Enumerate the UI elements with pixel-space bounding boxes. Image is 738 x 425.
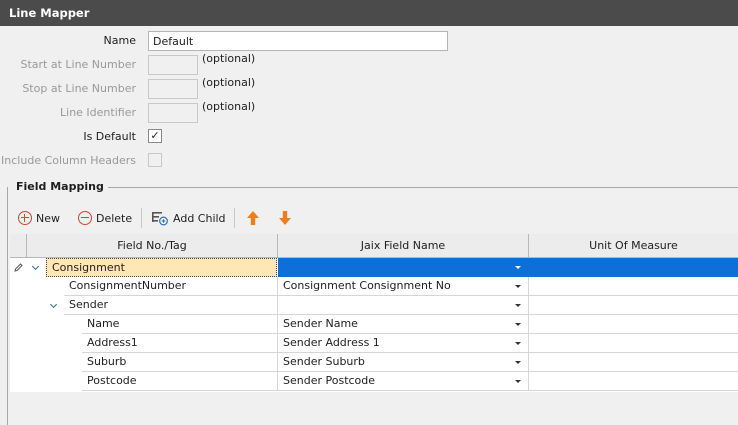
line-identifier-row: Line Identifier (optional): [0, 100, 738, 123]
name-row: Name: [0, 31, 738, 51]
tag-cell[interactable]: Address1: [82, 334, 278, 353]
field-combo-cell[interactable]: Sender Postcode: [278, 372, 529, 391]
field-combo-cell[interactable]: Sender Suburb: [278, 353, 529, 372]
group-border-top: [100, 187, 738, 188]
include-headers-checkbox[interactable]: [148, 153, 162, 167]
dropdown-arrow-icon[interactable]: [515, 285, 521, 288]
plus-icon: [18, 211, 32, 225]
dropdown-arrow-icon[interactable]: [515, 304, 521, 307]
tag-cell[interactable]: Consignment: [46, 258, 277, 277]
pencil-icon: [14, 263, 23, 272]
checkmark-icon: ✓: [150, 129, 160, 142]
new-button-label: New: [36, 211, 60, 225]
dropdown-arrow-icon[interactable]: [515, 342, 521, 345]
start-line-input[interactable]: [148, 55, 198, 75]
dropdown-arrow-icon[interactable]: [515, 266, 521, 269]
move-down-button[interactable]: [278, 205, 292, 231]
stop-line-row: Stop at Line Number (optional): [0, 76, 738, 99]
window-title-bar: Line Mapper: [0, 0, 738, 26]
minus-icon: [78, 211, 92, 225]
column-header-field[interactable]: Jaix Field Name: [278, 234, 529, 258]
stop-line-optional: (optional): [202, 76, 256, 89]
group-border-left: [7, 187, 8, 425]
stop-line-label: Stop at Line Number: [22, 82, 136, 95]
tag-cell[interactable]: Postcode: [82, 372, 278, 391]
delete-button-label: Delete: [96, 211, 133, 225]
uom-cell[interactable]: [529, 296, 738, 315]
arrow-up-icon: [247, 211, 259, 225]
line-identifier-input[interactable]: [148, 103, 198, 123]
arrow-down-icon: [279, 211, 291, 225]
collapse-chevron-icon[interactable]: [50, 302, 58, 310]
uom-cell[interactable]: [529, 315, 738, 334]
uom-cell[interactable]: [529, 353, 738, 372]
tag-cell[interactable]: Suburb: [82, 353, 278, 372]
field-combo-value: Sender Suburb: [283, 355, 365, 368]
tag-cell[interactable]: ConsignmentNumber: [64, 277, 278, 296]
include-headers-label: Include Column Headers: [1, 154, 136, 167]
field-mapping-toolbar: New Delete Add Child: [10, 205, 738, 231]
uom-cell[interactable]: [529, 258, 738, 277]
delete-button[interactable]: Delete: [78, 205, 132, 231]
add-child-button[interactable]: Add Child: [151, 205, 226, 231]
start-line-label: Start at Line Number: [20, 58, 136, 71]
field-combo-cell[interactable]: Sender Address 1: [278, 334, 529, 353]
stop-line-input[interactable]: [148, 79, 198, 99]
column-header-tag[interactable]: Field No./Tag: [27, 234, 278, 258]
toolbar-separator: [141, 208, 142, 228]
include-headers-row: Include Column Headers: [0, 151, 738, 171]
collapse-chevron-icon[interactable]: [32, 264, 40, 272]
tag-cell[interactable]: Name: [82, 315, 278, 334]
start-line-row: Start at Line Number (optional): [0, 52, 738, 75]
add-child-icon: [152, 212, 168, 226]
field-combo-cell[interactable]: Consignment Consignment No: [278, 277, 529, 296]
field-mapping-title: Field Mapping: [16, 180, 108, 194]
is-default-label: Is Default: [83, 130, 136, 143]
field-combo-cell[interactable]: Sender Name: [278, 315, 529, 334]
field-combo-value: Consignment Consignment No: [283, 279, 451, 292]
line-identifier-optional: (optional): [202, 100, 256, 113]
name-label: Name: [103, 34, 136, 47]
is-default-checkbox[interactable]: ✓: [148, 129, 162, 143]
tag-cell[interactable]: Sender: [64, 296, 278, 315]
field-combo-value: Sender Address 1: [283, 336, 380, 349]
field-combo-value: Sender Name: [283, 317, 358, 330]
is-default-row: Is Default ✓: [0, 127, 738, 147]
line-identifier-label: Line Identifier: [60, 106, 136, 119]
uom-cell[interactable]: [529, 372, 738, 391]
field-mapping-grid: Field No./Tag Jaix Field Name Unit Of Me…: [10, 234, 738, 392]
move-up-button[interactable]: [246, 205, 260, 231]
field-combo-cell[interactable]: [278, 296, 529, 315]
add-child-button-label: Add Child: [173, 211, 226, 225]
uom-cell[interactable]: [529, 277, 738, 296]
start-line-optional: (optional): [202, 52, 256, 65]
dropdown-arrow-icon[interactable]: [515, 380, 521, 383]
dropdown-arrow-icon[interactable]: [515, 361, 521, 364]
field-combo-value: Sender Postcode: [283, 374, 376, 387]
row-indicator-header: [10, 234, 27, 258]
new-button[interactable]: New: [18, 205, 60, 231]
uom-cell[interactable]: [529, 334, 738, 353]
dropdown-arrow-icon[interactable]: [515, 323, 521, 326]
name-input[interactable]: [148, 31, 448, 51]
toolbar-separator: [234, 208, 235, 228]
field-combo-cell[interactable]: [278, 258, 529, 277]
column-header-uom[interactable]: Unit Of Measure: [529, 234, 738, 258]
window-title: Line Mapper: [9, 6, 90, 20]
